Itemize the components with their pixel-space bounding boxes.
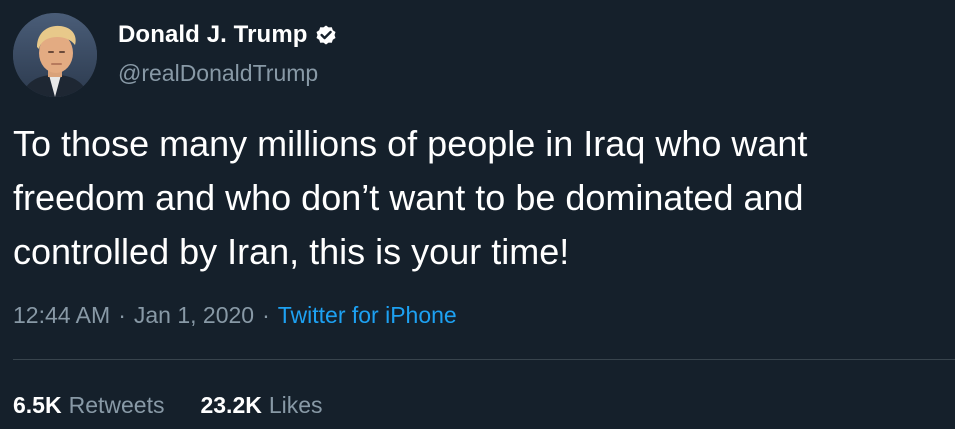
tweet-stats: 6.5K Retweets 23.2K Likes bbox=[13, 392, 323, 419]
verified-badge-icon bbox=[314, 23, 338, 47]
tweet-card: Donald J. Trump @realDonaldTrump To thos… bbox=[0, 0, 955, 429]
tweet-header: Donald J. Trump @realDonaldTrump bbox=[13, 13, 338, 97]
tweet-time[interactable]: 12:44 AM bbox=[13, 302, 110, 329]
profile-photo-icon bbox=[13, 13, 97, 97]
meta-separator: · bbox=[118, 302, 126, 328]
user-names: Donald J. Trump @realDonaldTrump bbox=[118, 20, 338, 87]
tweet-source-link[interactable]: Twitter for iPhone bbox=[278, 302, 457, 329]
tweet-date[interactable]: Jan 1, 2020 bbox=[134, 302, 254, 329]
likes-stat[interactable]: 23.2K Likes bbox=[200, 392, 322, 419]
tweet-text: To those many millions of people in Iraq… bbox=[13, 123, 808, 272]
user-handle[interactable]: @realDonaldTrump bbox=[118, 60, 338, 87]
display-name[interactable]: Donald J. Trump bbox=[118, 21, 308, 49]
divider bbox=[13, 359, 955, 360]
tweet-meta: 12:44 AM · Jan 1, 2020 · Twitter for iPh… bbox=[13, 302, 457, 329]
retweets-label: Retweets bbox=[68, 392, 165, 418]
likes-label: Likes bbox=[268, 392, 323, 418]
retweets-count: 6.5K bbox=[13, 392, 62, 418]
likes-count: 23.2K bbox=[200, 392, 262, 418]
display-name-row: Donald J. Trump bbox=[118, 20, 338, 50]
meta-separator: · bbox=[262, 302, 270, 328]
avatar[interactable] bbox=[13, 13, 97, 97]
retweets-stat[interactable]: 6.5K Retweets bbox=[13, 392, 164, 419]
